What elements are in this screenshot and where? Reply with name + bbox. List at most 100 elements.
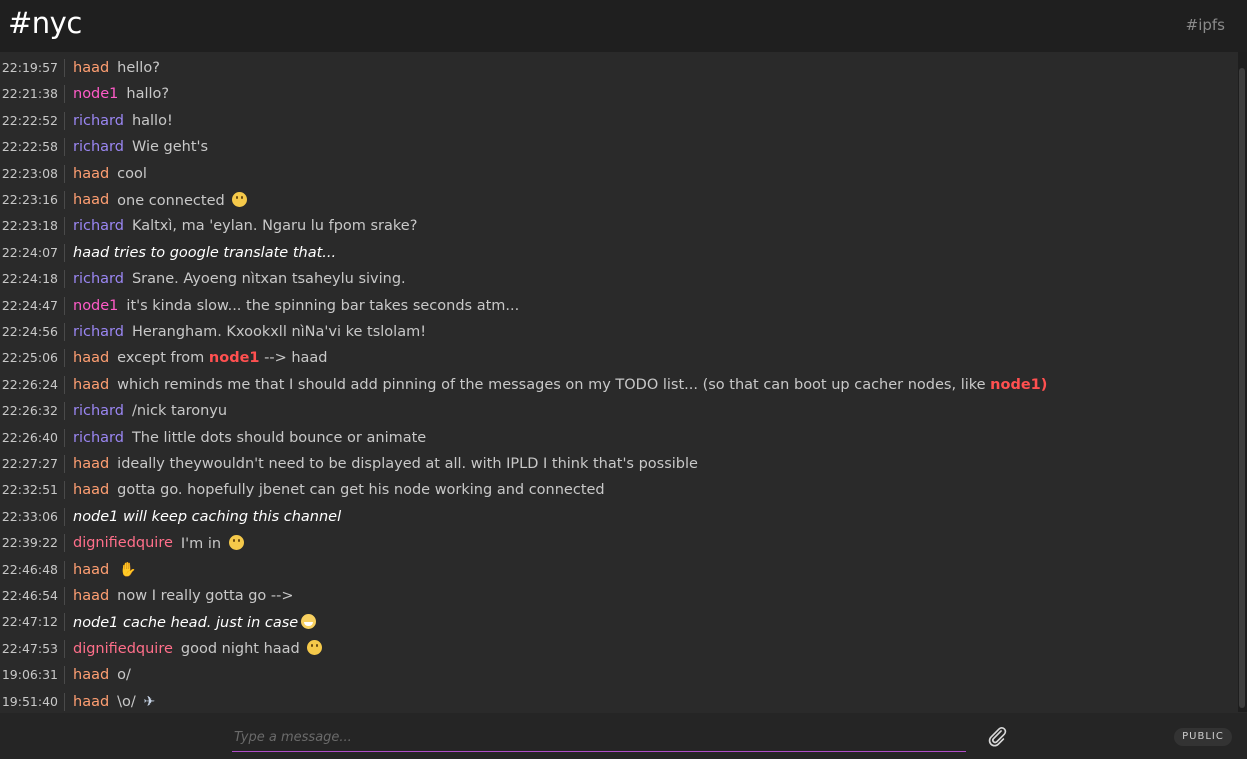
nickname[interactable]: richard: [73, 139, 124, 155]
message-timestamp: 22:47:12: [0, 613, 65, 632]
channel-header: #nyc #ipfs: [0, 0, 1247, 52]
message-fragment: cool: [117, 165, 147, 182]
scrollbar[interactable]: [1238, 52, 1247, 712]
message-timestamp: 22:46:48: [0, 560, 65, 579]
message-fragment: Srane. Ayoeng nìtxan tsaheylu siving.: [131, 271, 406, 288]
message-timestamp: 19:51:40: [0, 692, 65, 711]
message-timestamp: 22:47:53: [0, 639, 65, 658]
message-text: hallo?: [126, 86, 169, 102]
message-fragment: gotta go. hopefully jbenet can get his n…: [117, 482, 605, 499]
message-row: 22:26:32 richard/nick taronyu: [0, 398, 1238, 424]
nickname[interactable]: dignifiedquire: [73, 535, 173, 551]
message-fragment: /nick taronyu: [131, 403, 228, 420]
message-timestamp: 22:33:06: [0, 507, 65, 526]
nickname[interactable]: richard: [73, 113, 124, 129]
message-timestamp: 22:27:27: [0, 455, 65, 473]
nickname[interactable]: richard: [73, 403, 124, 419]
message-text: ✋: [117, 562, 136, 578]
scrollbar-thumb[interactable]: [1239, 68, 1245, 708]
channel-title: #nyc: [8, 6, 82, 40]
message-fragment: --> haad: [259, 350, 328, 367]
message-row: 22:23:08 haad cool: [0, 161, 1238, 187]
message-row: 22:19:57 haad hello?: [0, 55, 1238, 81]
nickname[interactable]: haad: [73, 350, 109, 366]
message-timestamp: 22:21:38: [0, 85, 65, 104]
message-fragment: node1 cache head. just in case: [73, 614, 299, 631]
action-text: node1 cache head. just in case: [73, 613, 317, 631]
nickname[interactable]: haad: [73, 192, 109, 208]
message-text: Kaltxì, ma 'eylan. Ngaru lu fpom srake?: [132, 218, 417, 234]
smile-emoji-icon: [228, 534, 244, 550]
message-text: except from node1 --> haad: [117, 350, 327, 366]
message-timestamp: 22:46:54: [0, 587, 65, 605]
nickname[interactable]: node1: [73, 86, 118, 102]
nickname[interactable]: haad: [73, 562, 109, 578]
message-row: 22:33:06 node1 will keep caching this cha…: [0, 504, 1238, 530]
message-fragment: one connected: [117, 192, 230, 209]
message-row: 22:46:48 haad ✋: [0, 557, 1238, 583]
message-row: 22:24:07 haad tries to google translate t…: [0, 240, 1238, 266]
nickname[interactable]: haad: [73, 667, 109, 683]
message-timestamp: 22:39:22: [0, 534, 65, 553]
message-timestamp: 22:24:56: [0, 323, 65, 341]
message-fragment: Wie geht's: [131, 139, 209, 156]
message-text: Herangham. Kxookxll nìNa'vi ke tslolam!: [132, 324, 426, 340]
message-row: 22:23:18 richard Kaltxì, ma 'eylan. Ngaru …: [0, 213, 1238, 239]
nickname[interactable]: haad: [73, 694, 109, 710]
message-timestamp: 22:23:08: [0, 164, 65, 183]
message-fragment: it's kinda slow... the spinning bar take…: [126, 297, 520, 314]
nickname[interactable]: richard: [73, 271, 124, 287]
nickname[interactable]: richard: [73, 324, 124, 340]
message-timestamp: 22:32:51: [0, 481, 65, 500]
paperclip-icon[interactable]: [986, 725, 1008, 747]
message-input[interactable]: [232, 723, 966, 752]
rocket-icon: ✈: [143, 693, 156, 710]
message-fragment: good night haad: [180, 641, 305, 658]
message-fragment: hallo?: [126, 86, 170, 103]
message-row: 19:06:31 haad o/: [0, 662, 1238, 688]
message-timestamp: 22:26:24: [0, 375, 65, 394]
message-row: 22:24:56 richard Herangham. Kxookxll nìNa'…: [0, 319, 1238, 345]
message-row: 22:25:06 haad except from node1 --> haad: [0, 345, 1238, 371]
nickname[interactable]: haad: [73, 482, 109, 498]
nickname[interactable]: dignifiedquire: [73, 641, 173, 657]
message-fragment: \o/: [117, 693, 141, 710]
grin-emoji-icon: [301, 613, 317, 629]
message-row: 22:24:47 node1 it's kinda slow... the spin…: [0, 293, 1238, 319]
message-fragment: which reminds me that I should add pinni…: [117, 376, 991, 393]
visibility-badge[interactable]: PUBLIC: [1174, 728, 1232, 746]
message-text: \o/ ✈: [117, 694, 155, 710]
nickname[interactable]: haad: [73, 60, 109, 76]
nickname[interactable]: richard: [73, 218, 124, 234]
message-fragment: haad tries to google translate that...: [73, 244, 337, 261]
message-row: 22:47:53 dignifiedquire good night haad: [0, 636, 1238, 662]
nickname[interactable]: richard: [73, 430, 124, 446]
message-text: hallo!: [132, 113, 173, 129]
message-text: Wie geht's: [132, 139, 208, 155]
message-text: o/: [117, 667, 131, 683]
message-timestamp: 22:26:40: [0, 428, 65, 447]
waving-hand-icon: ✋: [119, 561, 137, 578]
message-timestamp: 22:22:58: [0, 138, 65, 157]
nickname[interactable]: haad: [73, 588, 109, 604]
message-row: 22:47:12 node1 cache head. just in case: [0, 609, 1238, 635]
smile-emoji-icon: [232, 191, 248, 207]
message-fragment: now I really gotta go -->: [117, 588, 294, 604]
mention: node1): [990, 376, 1048, 393]
network-link[interactable]: #ipfs: [1186, 16, 1225, 34]
message-row: 22:32:51 haad gotta go. hopefully jbenet c…: [0, 477, 1238, 503]
message-text: cool: [117, 166, 147, 182]
message-fragment: Herangham. Kxookxll nìNa'vi ke tslolam!: [131, 324, 427, 340]
message-text: hello?: [117, 60, 160, 76]
message-timestamp: 19:06:31: [0, 666, 65, 685]
message-row: 22:24:18 richard Srane. Ayoeng nìtxan tsah…: [0, 266, 1238, 292]
message-row: 19:51:40 haad \o/ ✈: [0, 689, 1238, 712]
nickname[interactable]: node1: [73, 298, 118, 314]
message-fragment: except from: [117, 350, 209, 367]
message-timestamp: 22:19:57: [0, 59, 65, 77]
nickname[interactable]: haad: [73, 377, 109, 393]
message-list: 22:19:57 haad hello? 22:21:38 node1 hallo? 22:…: [0, 52, 1238, 712]
nickname[interactable]: haad: [73, 456, 109, 472]
nickname[interactable]: haad: [73, 166, 109, 182]
message-row: 22:39:22 dignifiedquire I'm in: [0, 530, 1238, 556]
